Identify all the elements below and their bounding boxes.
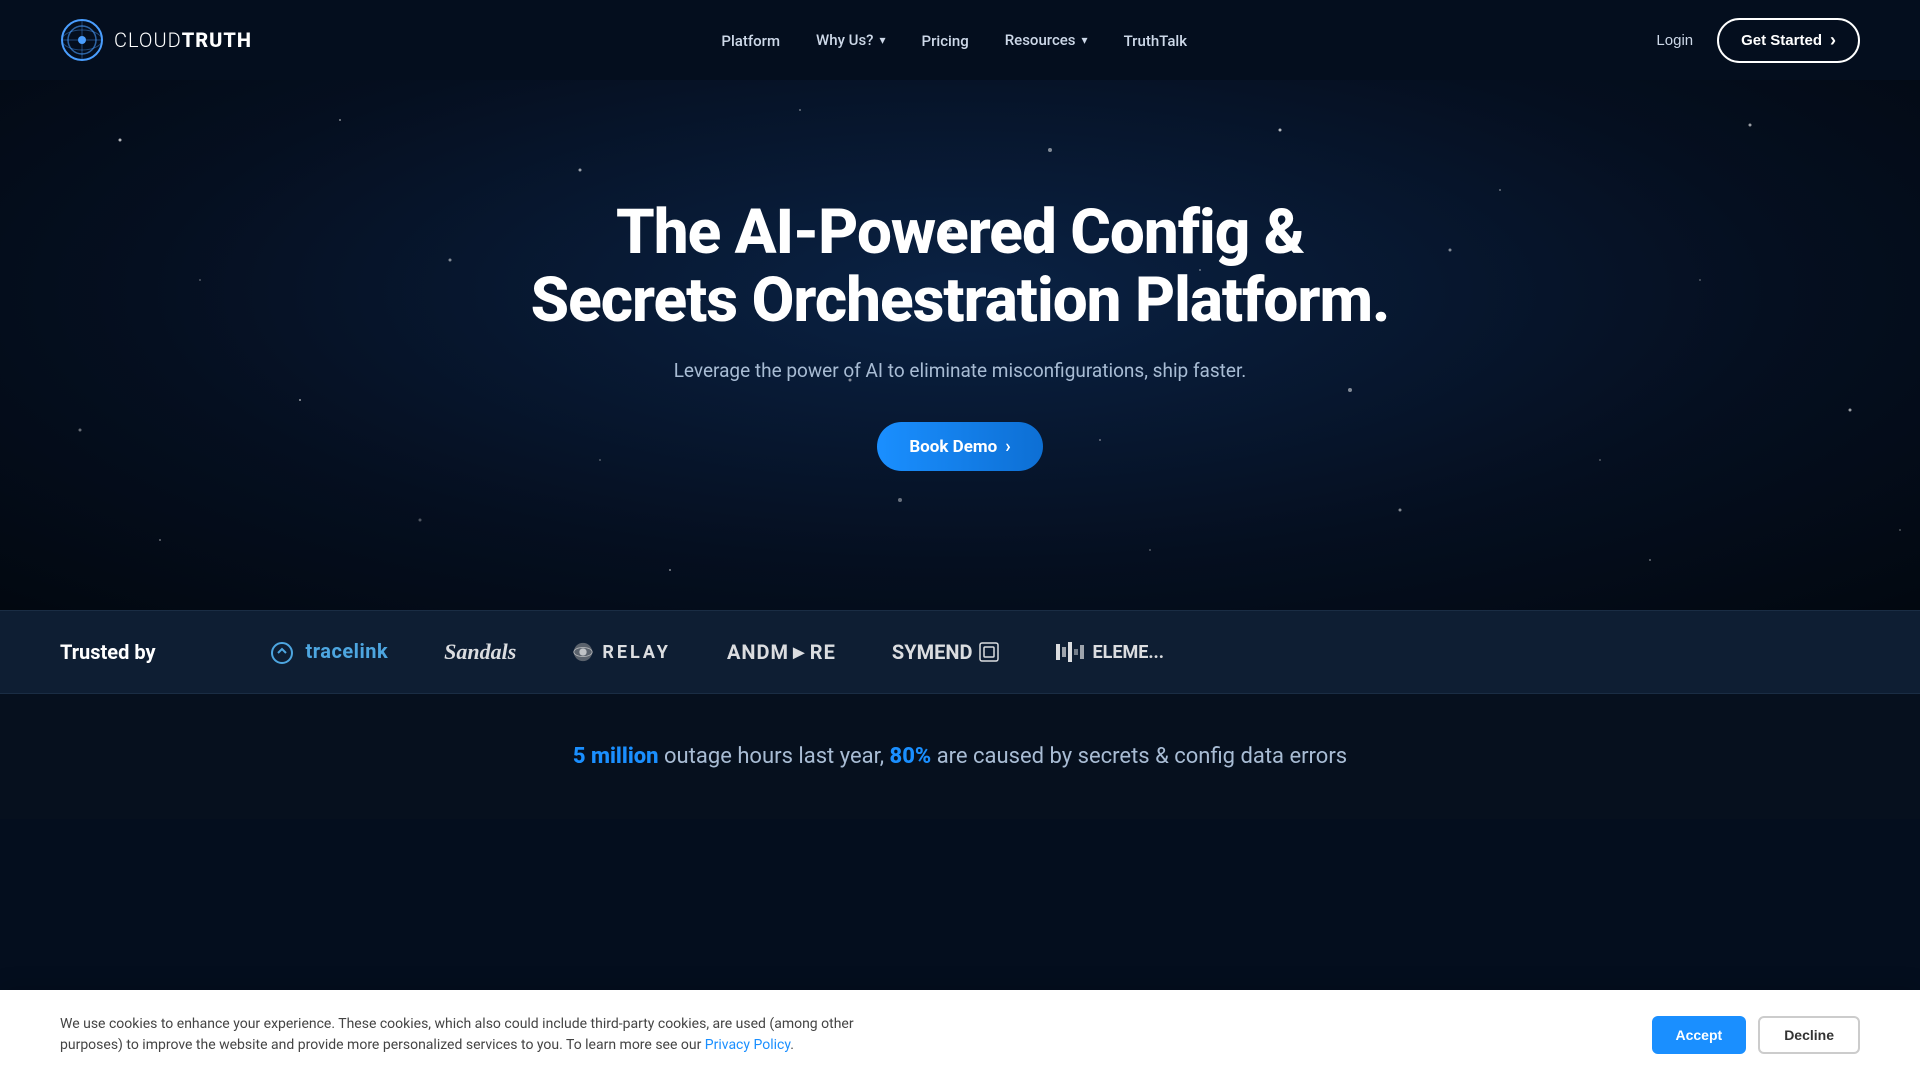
accept-cookies-button[interactable]: Accept [1652, 1016, 1747, 1054]
nav-truthtalk[interactable]: TruthTalk [1124, 32, 1188, 50]
nav-links: Platform Why Us? Pricing Resources Truth… [721, 31, 1187, 50]
cookie-text: We use cookies to enhance your experienc… [60, 1014, 860, 1056]
logo-element-machines: ELEME... [1056, 642, 1164, 663]
privacy-policy-link[interactable]: Privacy Policy [705, 1037, 790, 1053]
nav-actions: Login Get Started [1656, 18, 1860, 63]
book-demo-arrow-icon [1005, 436, 1010, 457]
trusted-by-bar: Trusted by tracelink Sandals RELAY [0, 610, 1920, 694]
arrow-right-icon [1830, 30, 1836, 51]
stats-highlight-2: 80% [890, 744, 932, 769]
element-machines-icon [1056, 642, 1086, 662]
symend-icon [978, 641, 1000, 663]
logo-tracelink: tracelink [270, 639, 388, 665]
relay-sphere-icon [572, 641, 594, 663]
stats-text-1: outage hours last year, [664, 744, 890, 769]
hero-content: The AI-Powered Config & Secrets Orchestr… [510, 199, 1410, 471]
stats-section: 5 million outage hours last year, 80% ar… [0, 694, 1920, 819]
logo-symend: SYMEND [892, 640, 1001, 664]
hero-title: The AI-Powered Config & Secrets Orchestr… [510, 199, 1410, 335]
logo-sandals: Sandals [444, 639, 516, 665]
nav-why-us[interactable]: Why Us? [816, 31, 885, 49]
decline-cookies-button[interactable]: Decline [1758, 1016, 1860, 1054]
get-started-button[interactable]: Get Started [1717, 18, 1860, 63]
hero-section: The AI-Powered Config & Secrets Orchestr… [0, 80, 1920, 610]
cookie-banner: We use cookies to enhance your experienc… [0, 990, 1920, 1080]
trusted-logos-list: tracelink Sandals RELAY ANDM►RE SYMEND [270, 639, 1860, 665]
nav-resources[interactable]: Resources [1005, 31, 1088, 49]
cookie-actions: Accept Decline [1652, 1016, 1861, 1054]
logo[interactable]: CLOUDTRUTH [60, 18, 252, 62]
nav-pricing[interactable]: Pricing [922, 32, 969, 50]
brand-name: CLOUDTRUTH [114, 28, 252, 52]
tracelink-icon [270, 641, 294, 665]
navbar: CLOUDTRUTH Platform Why Us? Pricing Reso… [0, 0, 1920, 80]
trusted-by-label: Trusted by [60, 640, 210, 664]
stats-text-2: are caused by secrets & config data erro… [937, 744, 1347, 769]
stats-text: 5 million outage hours last year, 80% ar… [20, 744, 1900, 769]
nav-platform[interactable]: Platform [721, 32, 780, 50]
book-demo-button[interactable]: Book Demo [877, 422, 1042, 471]
logo-andmore: ANDM►RE [727, 640, 836, 665]
cloudtruth-logo-icon [60, 18, 104, 62]
stats-highlight-1: 5 million [573, 744, 659, 769]
hero-subtitle: Leverage the power of AI to eliminate mi… [510, 359, 1410, 382]
login-button[interactable]: Login [1656, 32, 1693, 49]
logo-relay: RELAY [572, 641, 671, 663]
